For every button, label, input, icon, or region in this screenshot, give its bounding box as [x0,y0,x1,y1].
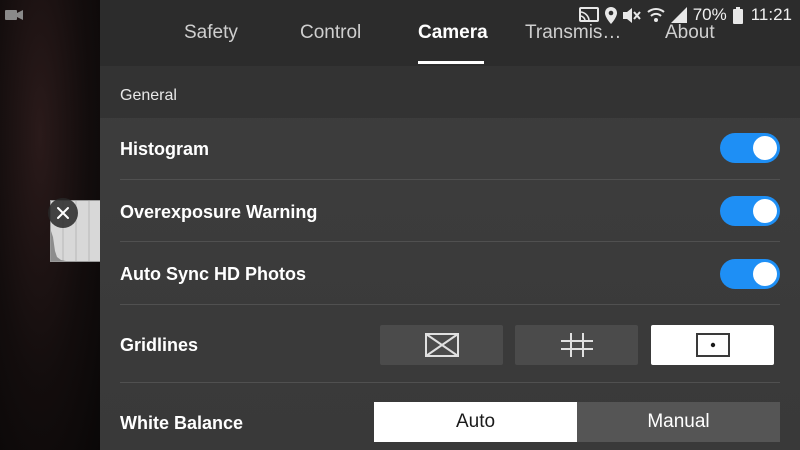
setting-label: White Balance [120,413,244,433]
toggle-knob [753,262,777,286]
setting-row-gridlines: Gridlines [120,305,780,383]
gridlines-center-point-button[interactable] [651,325,774,365]
active-tab-indicator [418,61,484,64]
mute-icon [622,7,641,23]
gridlines-diagonal-button[interactable] [380,325,503,365]
location-icon [604,6,617,24]
overexposure-warning-toggle[interactable] [720,196,780,226]
status-bar: 70% 11:21 [578,0,800,30]
battery-percent: 70% [692,5,727,24]
battery-icon [732,6,743,24]
signal-icon [670,7,687,23]
setting-row-histogram: Histogram [120,118,780,180]
tab-camera[interactable]: Camera [418,22,488,44]
auto-sync-hd-photos-toggle[interactable] [720,259,780,289]
camera-icon [5,8,23,20]
section-header: General [100,66,800,118]
white-balance-manual-button[interactable]: Manual [577,402,780,442]
histogram-toggle[interactable] [720,133,780,163]
setting-row-overexposure-warning: Overexposure Warning [120,180,780,242]
tab-control[interactable]: Control [300,22,361,44]
gridlines-grid-button[interactable] [515,325,638,365]
clock: 11:21 [750,5,792,24]
center-point-icon [695,333,730,357]
setting-row-auto-sync-hd-photos: Auto Sync HD Photos [120,242,780,305]
close-icon [57,207,69,219]
toggle-knob [753,199,777,223]
diagonal-grid-icon [424,333,459,357]
section-title: General [120,87,177,104]
setting-label: Histogram [120,139,210,159]
tab-safety[interactable]: Safety [184,22,238,44]
wifi-icon [647,8,665,22]
setting-label: Gridlines [120,335,199,355]
setting-label: Auto Sync HD Photos [120,264,307,284]
setting-label: Overexposure Warning [120,202,318,222]
white-balance-auto-button[interactable]: Auto [374,402,577,442]
toggle-knob [753,136,777,160]
grid-lines-icon [560,333,593,357]
close-histogram-button[interactable] [48,198,78,228]
cast-icon [578,7,599,22]
